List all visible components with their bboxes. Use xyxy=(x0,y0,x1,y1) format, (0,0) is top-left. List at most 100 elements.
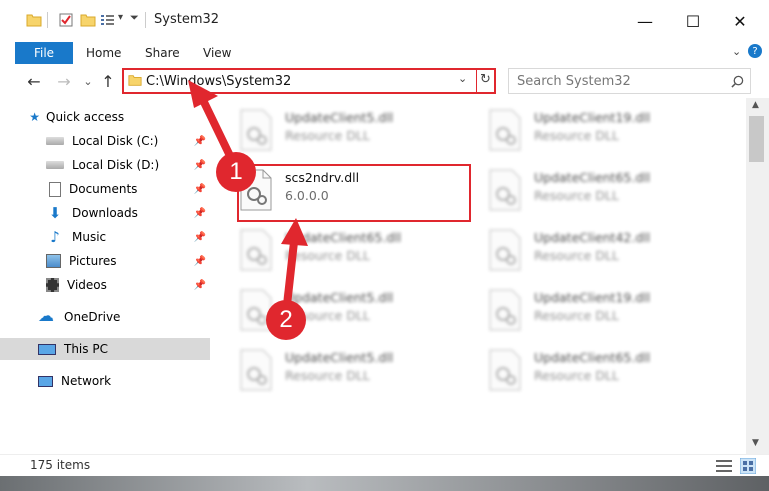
sidebar-item-onedrive[interactable]: ☁ OneDrive xyxy=(0,306,210,328)
sidebar-item-label: Quick access xyxy=(46,110,125,124)
scroll-up-icon[interactable]: ▲ xyxy=(752,100,759,110)
help-icon[interactable]: ? xyxy=(748,44,762,58)
search-box[interactable]: Search System32 xyxy=(508,68,751,94)
music-icon: ♪ xyxy=(50,228,60,246)
close-icon: ✕ xyxy=(733,11,747,31)
pin-icon[interactable]: 📌 xyxy=(194,232,206,243)
pin-icon[interactable]: 📌 xyxy=(194,136,206,147)
file-name: UpdateClient42.dll xyxy=(534,230,651,245)
download-icon: ⬇ xyxy=(48,204,62,222)
sidebar-item-label: Videos xyxy=(67,278,107,292)
large-icons-view-icon[interactable] xyxy=(740,458,756,474)
sidebar-item-this-pc[interactable]: This PC xyxy=(0,338,210,360)
sidebar-item-music[interactable]: ♪ Music 📌 xyxy=(0,226,210,248)
file-type: Resource DLL xyxy=(534,368,619,383)
sidebar-item-label: This PC xyxy=(64,342,108,356)
scroll-down-icon[interactable]: ▼ xyxy=(752,438,759,448)
pin-icon[interactable]: 📌 xyxy=(194,160,206,171)
refresh-icon[interactable]: ↻ xyxy=(480,72,491,87)
tab-share[interactable]: Share xyxy=(145,42,180,64)
item-count: 175 items xyxy=(30,458,91,472)
list-item[interactable]: UpdateClient42.dll Resource DLL xyxy=(486,224,716,276)
file-type: Resource DLL xyxy=(534,308,619,323)
sidebar-item-network[interactable]: Network xyxy=(0,370,210,392)
list-item[interactable]: UpdateClient65.dll Resource DLL xyxy=(237,224,467,276)
drive-icon xyxy=(46,137,64,145)
close-button[interactable]: ✕ xyxy=(725,6,755,36)
new-folder-icon[interactable] xyxy=(80,12,96,28)
list-item[interactable]: UpdateClient19.dll Resource DLL xyxy=(486,284,716,336)
pin-icon[interactable]: 📌 xyxy=(194,280,206,291)
chevron-down-icon[interactable]: ⏷ xyxy=(130,11,139,25)
dll-file-icon xyxy=(489,349,521,391)
dll-file-icon xyxy=(489,289,521,331)
network-icon xyxy=(38,375,53,387)
search-input[interactable]: Search System32 xyxy=(517,74,631,89)
sidebar-item-label: OneDrive xyxy=(64,310,121,324)
list-item[interactable]: UpdateClient65.dll Resource DLL xyxy=(486,344,716,396)
sidebar-item-documents[interactable]: Documents 📌 xyxy=(0,178,210,200)
file-type: Resource DLL xyxy=(534,248,619,263)
sidebar-item-quick-access[interactable]: ★ Quick access xyxy=(0,106,210,128)
sidebar-item-label: Local Disk (D:) xyxy=(72,158,160,172)
list-item[interactable]: UpdateClient5.dll Resource DLL xyxy=(237,344,467,396)
view-details-icon[interactable] xyxy=(100,12,116,28)
divider xyxy=(476,70,477,92)
sidebar-item-local-disk-c[interactable]: Local Disk (C:) 📌 xyxy=(0,130,210,152)
file-type: Resource DLL xyxy=(285,128,370,143)
navigation-pane: ★ Quick access Local Disk (C:) 📌 Local D… xyxy=(0,98,210,448)
step-2-badge: 2 xyxy=(266,300,306,340)
desktop-background xyxy=(0,476,769,491)
sidebar-item-label: Downloads xyxy=(72,206,138,220)
tab-file[interactable]: File xyxy=(15,42,73,64)
address-text[interactable]: C:\Windows\System32 xyxy=(146,74,291,89)
file-type: Resource DLL xyxy=(285,248,370,263)
ribbon-expand-icon[interactable]: ⌄ xyxy=(732,45,741,58)
pictures-icon xyxy=(46,254,61,268)
sidebar-item-downloads[interactable]: ⬇ Downloads 📌 xyxy=(0,202,210,224)
highlight-box xyxy=(237,164,471,222)
sidebar-item-label: Music xyxy=(72,230,107,244)
back-button[interactable]: ← xyxy=(24,71,44,91)
vertical-scrollbar[interactable]: ▲ ▼ xyxy=(746,98,769,454)
divider xyxy=(47,12,48,28)
address-dropdown-icon[interactable]: ⌄ xyxy=(458,72,467,85)
dll-file-icon xyxy=(489,169,521,211)
pin-icon[interactable]: 📌 xyxy=(194,184,206,195)
properties-icon[interactable] xyxy=(58,12,74,28)
folder-icon xyxy=(128,75,142,86)
dll-file-icon xyxy=(489,109,521,151)
scrollbar-thumb[interactable] xyxy=(749,116,764,162)
recent-locations-button[interactable]: ⌄ xyxy=(78,71,98,91)
pin-icon[interactable]: 📌 xyxy=(194,256,206,267)
file-name: UpdateClient5.dll xyxy=(285,290,394,305)
tab-home[interactable]: Home xyxy=(86,42,121,64)
file-name: UpdateClient65.dll xyxy=(534,170,651,185)
list-item[interactable]: UpdateClient19.dll Resource DLL xyxy=(486,104,716,156)
minimize-icon: — xyxy=(637,11,653,31)
divider xyxy=(145,12,146,28)
window-title: System32 xyxy=(154,12,220,27)
file-name: UpdateClient5.dll xyxy=(285,350,394,365)
cloud-icon: ☁ xyxy=(38,306,54,325)
minimize-button[interactable]: — xyxy=(630,6,660,36)
up-button[interactable]: ↑ xyxy=(98,71,118,91)
sidebar-item-pictures[interactable]: Pictures 📌 xyxy=(0,250,210,272)
dll-file-icon xyxy=(240,349,272,391)
star-icon: ★ xyxy=(29,110,40,124)
maximize-button[interactable]: ☐ xyxy=(678,6,708,36)
file-type: Resource DLL xyxy=(534,188,619,203)
search-icon xyxy=(731,75,744,88)
address-bar[interactable]: C:\Windows\System32 ⌄ ↻ xyxy=(122,68,496,94)
sidebar-item-local-disk-d[interactable]: Local Disk (D:) 📌 xyxy=(0,154,210,176)
details-view-icon[interactable] xyxy=(716,459,732,473)
list-item[interactable]: UpdateClient65.dll Resource DLL xyxy=(486,164,716,216)
forward-button[interactable]: → xyxy=(54,71,74,91)
dll-file-icon xyxy=(489,229,521,271)
tab-view[interactable]: View xyxy=(203,42,231,64)
list-item[interactable]: UpdateClient5.dll Resource DLL xyxy=(237,104,467,156)
pin-icon[interactable]: 📌 xyxy=(194,208,206,219)
drive-icon xyxy=(46,161,64,169)
sidebar-item-videos[interactable]: Videos 📌 xyxy=(0,274,210,296)
customize-qat-icon[interactable]: ▾ xyxy=(118,12,123,23)
